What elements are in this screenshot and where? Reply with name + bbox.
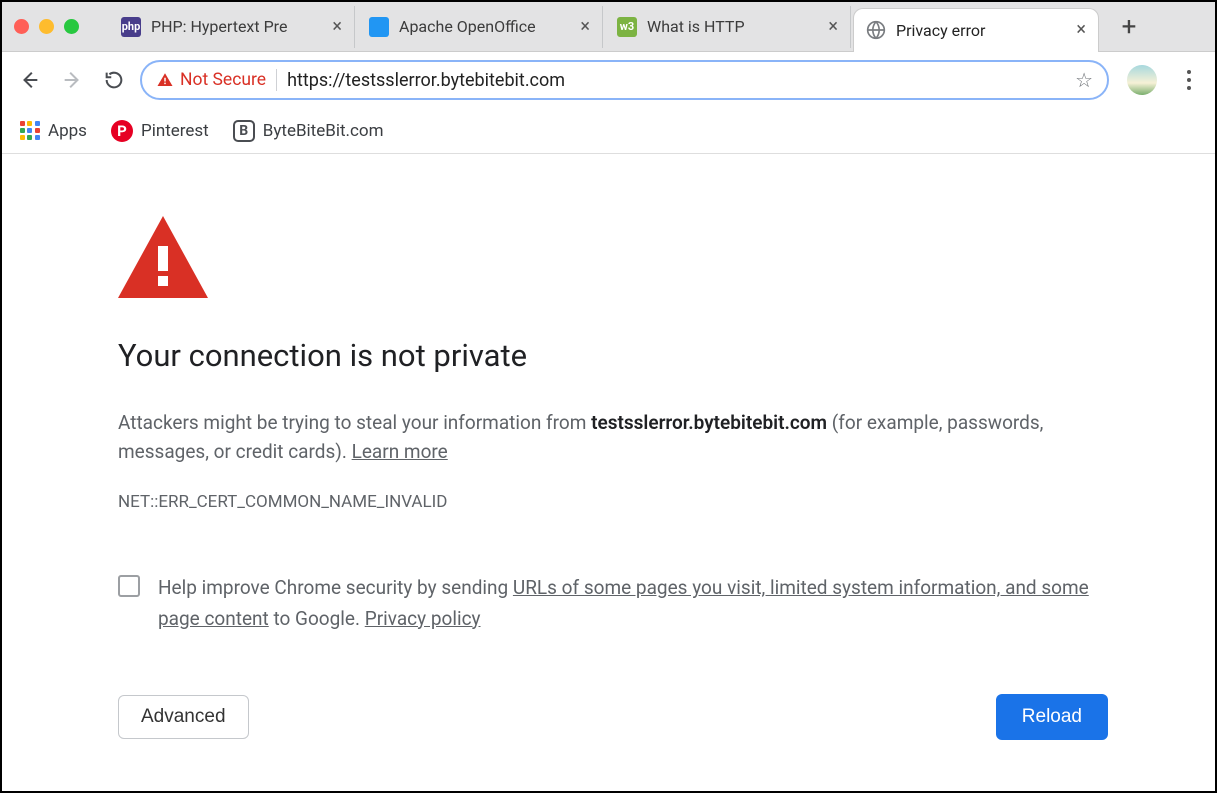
close-tab-icon[interactable]: ×	[1076, 21, 1086, 39]
window-close-button[interactable]	[14, 19, 29, 34]
error-title: Your connection is not private	[118, 332, 1108, 380]
reload-button[interactable]	[98, 64, 130, 96]
back-button[interactable]	[14, 64, 46, 96]
action-row: Advanced Reload	[118, 694, 1108, 740]
close-tab-icon[interactable]: ×	[332, 18, 342, 36]
warning-triangle-icon	[156, 71, 174, 89]
tab-label: What is HTTP	[647, 17, 820, 36]
reporting-checkbox[interactable]	[118, 575, 140, 597]
reporting-opt-in: Help improve Chrome security by sending …	[118, 573, 1108, 634]
separator	[276, 69, 277, 91]
window-controls	[14, 19, 79, 34]
advanced-button[interactable]: Advanced	[118, 695, 249, 739]
close-tab-icon[interactable]: ×	[828, 18, 838, 36]
tab-http[interactable]: w3 What is HTTP ×	[605, 6, 851, 48]
tab-label: Apache OpenOffice	[399, 17, 572, 36]
apps-label: Apps	[48, 121, 87, 141]
address-bar[interactable]: Not Secure https://testsslerror.bytebite…	[140, 60, 1109, 100]
error-body: Attackers might be trying to steal your …	[118, 408, 1108, 467]
warning-large-icon	[118, 216, 1108, 298]
tab-strip: php PHP: Hypertext Pre × Apache OpenOffi…	[2, 2, 1215, 52]
apps-shortcut[interactable]: Apps	[20, 121, 87, 141]
security-indicator[interactable]: Not Secure	[156, 70, 266, 90]
tab-apache[interactable]: Apache OpenOffice ×	[357, 6, 603, 48]
tab-privacy-error[interactable]: Privacy error ×	[853, 8, 1099, 52]
window-minimize-button[interactable]	[39, 19, 54, 34]
page-content: Your connection is not private Attackers…	[2, 154, 1215, 791]
bookmark-label: Pinterest	[141, 121, 209, 141]
error-body-pre: Attackers might be trying to steal your …	[118, 411, 591, 434]
new-tab-button[interactable]: +	[1107, 12, 1151, 42]
forward-button[interactable]	[56, 64, 88, 96]
toolbar: Not Secure https://testsslerror.bytebite…	[2, 52, 1215, 108]
favicon-php: php	[121, 17, 141, 37]
bookmark-star-icon[interactable]: ☆	[1075, 68, 1093, 92]
optin-pre: Help improve Chrome security by sending	[158, 576, 513, 599]
apps-grid-icon	[20, 121, 40, 141]
favicon-apache	[369, 17, 389, 37]
bookmark-pinterest[interactable]: P Pinterest	[111, 120, 209, 142]
error-body-domain: testsslerror.bytebitebit.com	[591, 411, 827, 434]
favicon-http: w3	[617, 17, 637, 37]
tab-label: PHP: Hypertext Pre	[151, 17, 324, 36]
pinterest-icon: P	[111, 120, 133, 142]
ssl-error-interstitial: Your connection is not private Attackers…	[118, 216, 1108, 740]
tab-label: Privacy error	[896, 21, 1068, 40]
close-tab-icon[interactable]: ×	[580, 18, 590, 36]
profile-avatar[interactable]	[1127, 65, 1157, 95]
reporting-text: Help improve Chrome security by sending …	[158, 573, 1108, 634]
bookmarks-bar: Apps P Pinterest B ByteBiteBit.com	[2, 108, 1215, 154]
tab-php[interactable]: php PHP: Hypertext Pre ×	[109, 6, 355, 48]
error-code: NET::ERR_CERT_COMMON_NAME_INVALID	[118, 489, 1108, 515]
security-label: Not Secure	[180, 70, 266, 90]
bookmark-bytebitebit[interactable]: B ByteBiteBit.com	[233, 120, 384, 142]
window-maximize-button[interactable]	[64, 19, 79, 34]
globe-icon	[866, 20, 886, 40]
optin-link-privacy[interactable]: Privacy policy	[365, 607, 481, 630]
url-text[interactable]: https://testsslerror.bytebitebit.com	[287, 70, 1065, 91]
optin-mid: to Google.	[269, 607, 365, 630]
learn-more-link[interactable]: Learn more	[352, 440, 448, 463]
bytebitebit-icon: B	[233, 120, 255, 142]
menu-button[interactable]	[1175, 70, 1203, 90]
bookmark-label: ByteBiteBit.com	[263, 121, 384, 141]
reload-page-button[interactable]: Reload	[996, 694, 1108, 740]
